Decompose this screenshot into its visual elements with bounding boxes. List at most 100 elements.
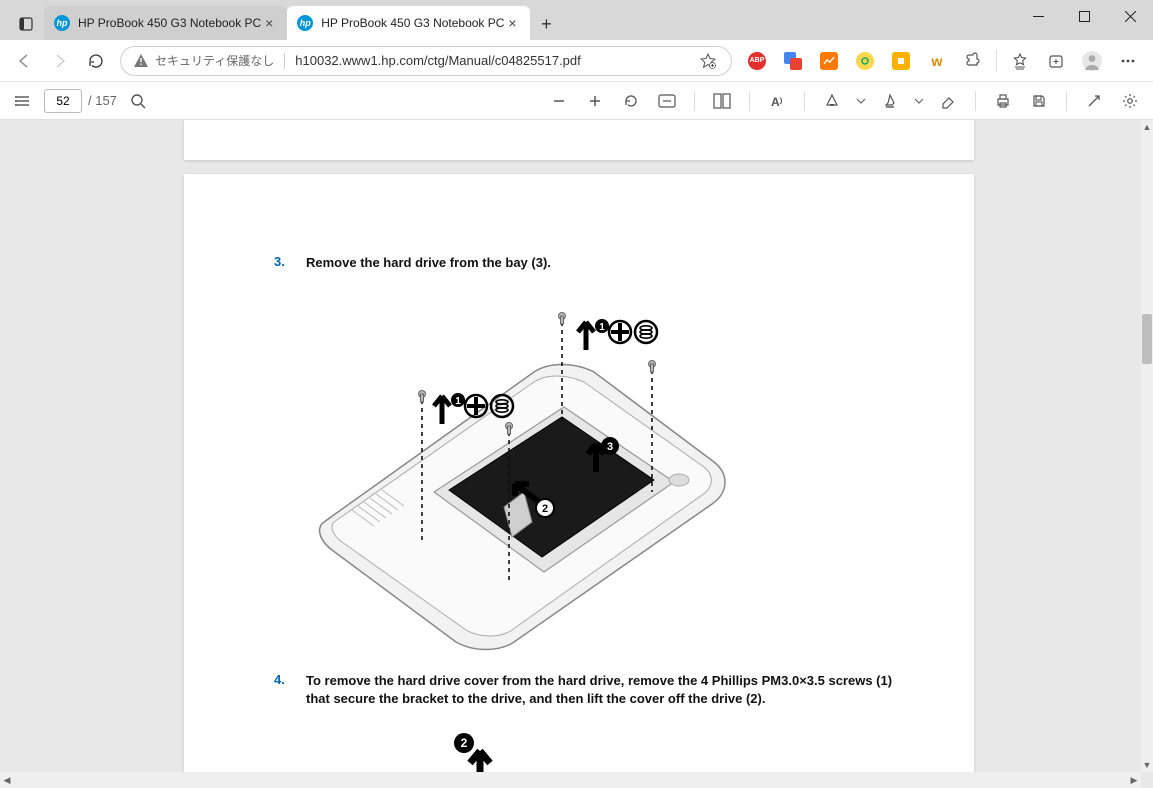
round-extension[interactable] [850, 46, 880, 76]
figure-hard-drive-cover: 2 [394, 729, 904, 772]
collections-icon [1047, 52, 1065, 70]
erase-icon [940, 93, 956, 109]
separator [996, 50, 997, 72]
chart-extension[interactable] [814, 46, 844, 76]
w-extension[interactable]: w [922, 46, 952, 76]
tab-2-title: HP ProBook 450 G3 Notebook PC [321, 16, 504, 30]
highlight-icon [882, 93, 898, 109]
horizontal-scrollbar[interactable]: ◀ ▶ [0, 772, 1141, 788]
profile-button[interactable] [1077, 46, 1107, 76]
read-aloud-icon: A [769, 93, 785, 109]
step-4-number: 4. [274, 672, 288, 708]
draw-button[interactable] [817, 86, 847, 116]
minimize-icon [1033, 11, 1044, 22]
contents-icon [14, 92, 32, 110]
scroll-down-button[interactable]: ▼ [1141, 758, 1153, 772]
erase-button[interactable] [933, 86, 963, 116]
maximize-button[interactable] [1061, 0, 1107, 32]
close-window-button[interactable] [1107, 0, 1153, 32]
pdf-page: 3. Remove the hard drive from the bay (3… [184, 174, 974, 772]
adblock-extension[interactable]: ABP [742, 46, 772, 76]
translate-icon [784, 52, 802, 70]
refresh-button[interactable] [78, 43, 114, 79]
contents-button[interactable] [8, 86, 38, 116]
print-button[interactable] [988, 86, 1018, 116]
minimize-button[interactable] [1015, 0, 1061, 32]
toolbar-separator [749, 91, 750, 111]
fullscreen-button[interactable] [1079, 86, 1109, 116]
collections-button[interactable] [1041, 46, 1071, 76]
app-menu-button[interactable] [1113, 46, 1143, 76]
draw-menu-button[interactable] [853, 86, 869, 116]
step-3-number: 3. [274, 254, 288, 272]
step-4: 4. To remove the hard drive cover from t… [274, 672, 904, 708]
window-controls [1015, 0, 1153, 40]
title-bar: hp HP ProBook 450 G3 Notebook PC × hp HP… [0, 0, 1153, 40]
read-aloud-button[interactable]: A [762, 86, 792, 116]
omnibox[interactable]: セキュリティ保護なし h10032.www1.hp.com/ctg/Manual… [120, 46, 732, 76]
tab-strip: hp HP ProBook 450 G3 Notebook PC × hp HP… [0, 0, 1015, 40]
settings-button[interactable] [1115, 86, 1145, 116]
pdf-viewport[interactable]: 3. Remove the hard drive from the bay (3… [0, 120, 1141, 772]
round-icon [856, 52, 874, 70]
tab-1-close-button[interactable]: × [261, 15, 277, 31]
forward-arrow-icon [51, 52, 69, 70]
svg-text:2: 2 [542, 503, 548, 515]
pdf-toolbar: / 157 A [0, 82, 1153, 120]
page-view-icon [713, 93, 731, 109]
back-button[interactable] [6, 43, 42, 79]
tab-2[interactable]: hp HP ProBook 450 G3 Notebook PC × [287, 6, 530, 40]
highlight-menu-button[interactable] [911, 86, 927, 116]
toolbar-separator [694, 91, 695, 111]
page-number-input[interactable] [44, 89, 82, 113]
close-icon [1125, 11, 1136, 22]
vertical-scrollbar[interactable]: ▲ ▼ [1141, 120, 1153, 772]
extensions-row: ABP w [738, 46, 1147, 76]
back-arrow-icon [15, 52, 33, 70]
extensions-menu-button[interactable] [958, 46, 988, 76]
scroll-right-button[interactable]: ▶ [1127, 772, 1141, 788]
zoom-out-button[interactable] [544, 86, 574, 116]
maximize-icon [1079, 11, 1090, 22]
fit-page-button[interactable] [652, 86, 682, 116]
pdf-page-previous-sliver [184, 120, 974, 160]
hp-favicon-icon: hp [54, 15, 70, 31]
tab-1[interactable]: hp HP ProBook 450 G3 Notebook PC × [44, 6, 287, 40]
step-3-text: Remove the hard drive from the bay (3). [306, 254, 551, 272]
svg-text:A: A [771, 95, 780, 109]
translate-extension[interactable] [778, 46, 808, 76]
abp-icon: ABP [748, 52, 766, 70]
highlight-button[interactable] [875, 86, 905, 116]
puzzle-icon [964, 52, 982, 70]
vertical-scroll-thumb[interactable] [1142, 314, 1152, 364]
print-icon [995, 93, 1011, 109]
toolbar-separator [1066, 91, 1067, 111]
security-label: セキュリティ保護なし [155, 52, 274, 69]
ink-icon [824, 93, 840, 109]
zoom-in-button[interactable] [580, 86, 610, 116]
chart-icon [820, 52, 838, 70]
tab-actions-button[interactable] [8, 8, 44, 40]
favorites-button[interactable] [1005, 46, 1035, 76]
rotate-button[interactable] [616, 86, 646, 116]
scroll-left-button[interactable]: ◀ [0, 772, 14, 788]
svg-text:1: 1 [455, 396, 461, 407]
page-view-button[interactable] [707, 86, 737, 116]
page-content: 3. Remove the hard drive from the bay (3… [274, 254, 904, 772]
tab-2-close-button[interactable]: × [504, 15, 520, 31]
omnibox-divider [284, 53, 285, 69]
save-button[interactable] [1024, 86, 1054, 116]
note-extension[interactable] [886, 46, 916, 76]
scroll-up-button[interactable]: ▲ [1141, 120, 1153, 134]
find-button[interactable] [123, 86, 153, 116]
fit-page-icon [658, 94, 676, 108]
rotate-icon [623, 93, 639, 109]
add-favorite-button[interactable] [697, 50, 719, 72]
page-total-label: / 157 [88, 93, 117, 108]
security-indicator[interactable]: セキュリティ保護なし [133, 52, 274, 69]
step-4-text: To remove the hard drive cover from the … [306, 672, 904, 708]
star-lines-icon [1011, 52, 1029, 70]
new-tab-button[interactable]: + [530, 8, 562, 40]
star-add-icon [700, 53, 716, 69]
hp-favicon-icon: hp [297, 15, 313, 31]
